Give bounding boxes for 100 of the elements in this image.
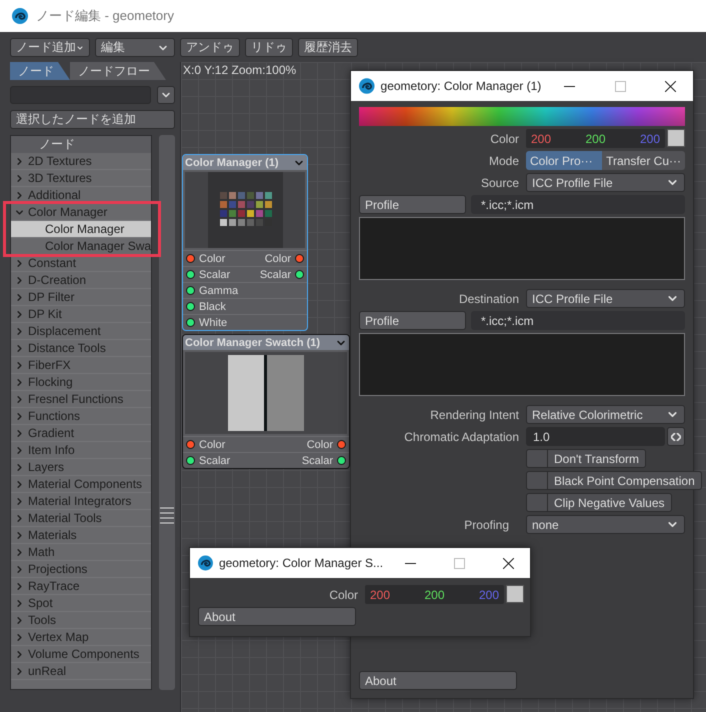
- port-dot[interactable]: [295, 254, 304, 263]
- checkbox[interactable]: [526, 493, 548, 512]
- tree-item[interactable]: Gradient: [11, 425, 151, 442]
- port-dot[interactable]: [186, 270, 195, 279]
- tree-item[interactable]: Displacement: [11, 323, 151, 340]
- profile-button[interactable]: Profile: [359, 195, 466, 214]
- hue-gradient-bar[interactable]: [359, 107, 685, 126]
- tree-item[interactable]: Color Manager Swa: [11, 238, 151, 255]
- text-area[interactable]: [359, 217, 685, 280]
- tree-item-label: RayTrace: [28, 579, 80, 593]
- tree-item[interactable]: Additional: [11, 187, 151, 204]
- color-swatch[interactable]: [506, 585, 524, 603]
- port-dot[interactable]: [186, 440, 195, 449]
- tree-item[interactable]: D-Creation: [11, 272, 151, 289]
- menu-dropdown[interactable]: ノード追加: [10, 38, 90, 57]
- tree-item[interactable]: Layers: [11, 459, 151, 476]
- field-label: Chromatic Adaptation: [403, 430, 519, 444]
- tree-item-label: D-Creation: [28, 273, 86, 287]
- checkbox[interactable]: [526, 471, 548, 490]
- tree-item[interactable]: Math: [11, 544, 151, 561]
- segment-button[interactable]: Transfer Cu···: [602, 151, 685, 170]
- node-card[interactable]: Color Manager (1) Color Color Scalar Scalar Gamma Black White: [182, 154, 308, 331]
- toolbar-button[interactable]: 履歴消去: [298, 38, 358, 57]
- tree-item[interactable]: FiberFX: [11, 357, 151, 374]
- checkbox[interactable]: [526, 449, 548, 468]
- dropdown[interactable]: ICC Profile File: [526, 173, 685, 192]
- tree-item[interactable]: Material Components: [11, 476, 151, 493]
- tree-item[interactable]: Flocking: [11, 374, 151, 391]
- sidebar-tab[interactable]: ノード: [10, 62, 70, 80]
- port-dot[interactable]: [337, 440, 346, 449]
- close-icon[interactable]: [502, 558, 514, 568]
- filter-dropdown-button[interactable]: [157, 86, 175, 104]
- close-icon[interactable]: [665, 80, 676, 92]
- node-title: Color Manager Swatch (1): [185, 336, 320, 348]
- tree-item[interactable]: Functions: [11, 408, 151, 425]
- port-dot[interactable]: [186, 302, 195, 311]
- tree-item[interactable]: DP Kit: [11, 306, 151, 323]
- about-button[interactable]: About: [198, 607, 356, 626]
- menu-dropdown[interactable]: 編集: [95, 38, 175, 57]
- toolbar-button[interactable]: リドゥ: [245, 38, 293, 57]
- about-button[interactable]: About: [359, 671, 517, 690]
- port-dot[interactable]: [186, 456, 195, 465]
- tree-item[interactable]: Color Manager: [11, 221, 151, 238]
- tree-item-label: 2D Textures: [28, 154, 92, 168]
- scrollbar[interactable]: [159, 135, 175, 690]
- sidebar-tab[interactable]: ノードフロー: [70, 62, 166, 80]
- port-dot[interactable]: [186, 254, 195, 263]
- node-title: Color Manager (1): [185, 156, 279, 168]
- tree-item[interactable]: Tools: [11, 612, 151, 629]
- field-label: Proofing: [463, 518, 510, 532]
- dropdown[interactable]: Relative Colorimetric: [526, 405, 685, 424]
- color-swatch[interactable]: [667, 129, 685, 147]
- tree-item[interactable]: Materials: [11, 527, 151, 544]
- node-card[interactable]: Color Manager Swatch (1) Color Color Scalar Scalar: [182, 334, 350, 469]
- port-label: Color: [306, 438, 333, 450]
- field-label: Color: [328, 588, 358, 602]
- spinner-button[interactable]: [667, 427, 685, 446]
- dropdown[interactable]: none: [526, 515, 685, 534]
- tree-item[interactable]: Vertex Map: [11, 629, 151, 646]
- toolbar-button[interactable]: アンドゥ: [180, 38, 240, 57]
- tree-item[interactable]: DP Filter: [11, 289, 151, 306]
- tree-item[interactable]: Constant: [11, 255, 151, 272]
- tree-item[interactable]: 3D Textures: [11, 170, 151, 187]
- path-field[interactable]: *.icc;*.icm: [471, 311, 685, 330]
- grip-icon: [160, 507, 174, 525]
- tree-item[interactable]: Spot: [11, 595, 151, 612]
- port-dot[interactable]: [186, 286, 195, 295]
- tree-item[interactable]: RayTrace: [11, 578, 151, 595]
- tree-item[interactable]: Material Integrators: [11, 493, 151, 510]
- add-node-button[interactable]: 選択したノードを追加: [10, 110, 175, 129]
- tree-item[interactable]: Projections: [11, 561, 151, 578]
- port-dot[interactable]: [295, 270, 304, 279]
- port-dot[interactable]: [186, 318, 195, 327]
- tree-item[interactable]: Fresnel Functions: [11, 391, 151, 408]
- tree-item[interactable]: unReal: [11, 663, 151, 680]
- rgb-field[interactable]: 200 200 200: [365, 585, 504, 604]
- tree-item-label: Material Tools: [28, 511, 102, 525]
- toggle-button[interactable]: Don't Transform: [548, 449, 646, 468]
- toggle-button[interactable]: Black Point Compensation: [548, 471, 702, 490]
- tree-item[interactable]: Item Info: [11, 442, 151, 459]
- port-label: Color: [264, 252, 291, 264]
- port-label: White: [199, 316, 228, 328]
- tree-item[interactable]: 2D Textures: [11, 153, 151, 170]
- profile-button[interactable]: Profile: [359, 311, 466, 330]
- tree-item-label: Flocking: [28, 375, 73, 389]
- path-field[interactable]: *.icc;*.icm: [471, 195, 685, 214]
- tree-item-label: Projections: [28, 562, 88, 576]
- tree-item[interactable]: Material Tools: [11, 510, 151, 527]
- text-area[interactable]: [359, 333, 685, 396]
- port-dot[interactable]: [337, 456, 346, 465]
- toggle-button[interactable]: Clip Negative Values: [548, 493, 672, 512]
- tree-item[interactable]: Distance Tools: [11, 340, 151, 357]
- port-label: Color: [199, 252, 226, 264]
- tree-item-label: Materials: [28, 528, 77, 542]
- rgb-field[interactable]: 200 200 200: [526, 129, 665, 148]
- dropdown[interactable]: ICC Profile File: [526, 289, 685, 308]
- segment-button[interactable]: Color Pro···: [526, 151, 602, 170]
- port-label: Black: [199, 300, 226, 312]
- number-field[interactable]: 1.0: [526, 427, 665, 446]
- tree-item[interactable]: Volume Components: [11, 646, 151, 663]
